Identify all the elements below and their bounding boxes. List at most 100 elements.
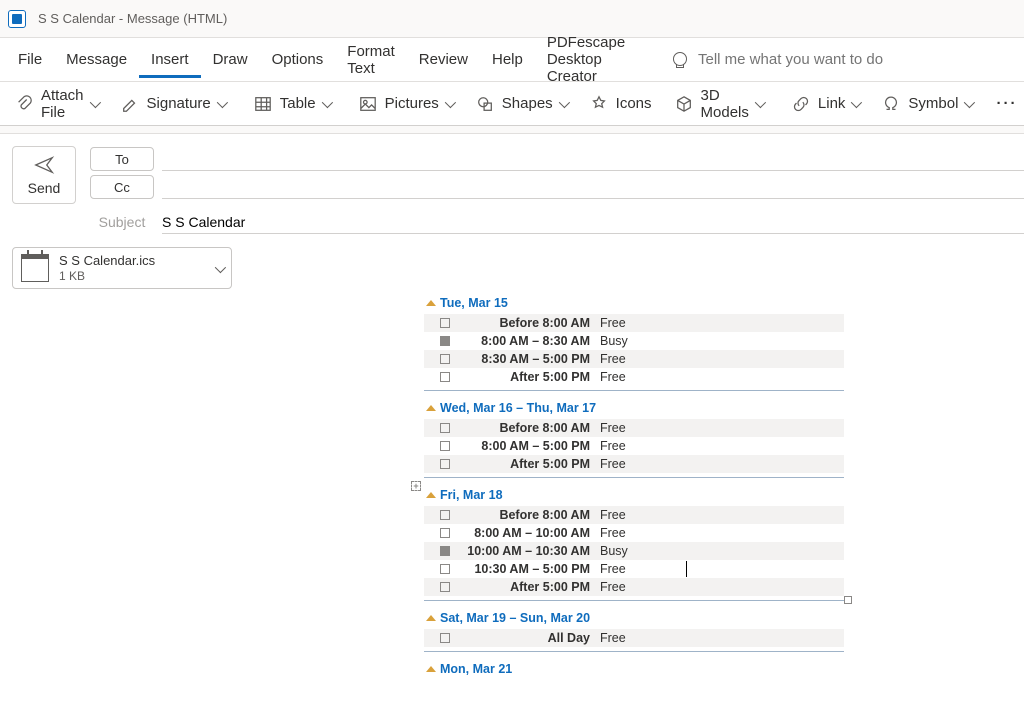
collapse-triangle-icon [426,615,436,621]
calendar-status: Free [600,562,650,576]
table-button[interactable]: Table [243,88,340,120]
tab-review[interactable]: Review [407,41,480,78]
calendar-time-row[interactable]: 10:30 AM – 5:00 PMFree [424,560,844,578]
table-icon [253,94,273,114]
calendar-day-label: Wed, Mar 16 – Thu, Mar 17 [440,401,596,415]
row-insert-handle-icon[interactable]: + [411,481,421,491]
to-label: To [115,152,129,167]
chevron-down-icon [755,95,763,112]
availability-block-icon [440,372,450,382]
calendar-time-range: 8:00 AM – 10:00 AM [460,526,600,540]
symbol-button[interactable]: Symbol [871,88,982,120]
tab-insert[interactable]: Insert [139,41,201,78]
calendar-status: Free [600,352,650,366]
tab-options[interactable]: Options [260,41,336,78]
pictures-label: Pictures [385,95,439,112]
compose-header: Send To Cc Subject [0,134,1024,244]
cc-field[interactable] [162,175,1024,199]
calendar-status: Free [600,370,650,384]
to-field[interactable] [162,147,1024,171]
symbol-label: Symbol [908,95,958,112]
table-label: Table [280,95,316,112]
availability-block-icon [440,336,450,346]
calendar-time-row[interactable]: 8:30 AM – 5:00 PMFree [424,350,844,368]
availability-block-icon [440,423,450,433]
ribbon-tabs: File Message Insert Draw Options Format … [0,38,1024,82]
chevron-down-icon [217,95,225,112]
subject-field[interactable] [162,210,1024,234]
availability-block-icon [440,528,450,538]
calendar-time-range: 8:00 AM – 8:30 AM [460,334,600,348]
chevron-down-icon [90,95,98,112]
attach-file-label: Attach File [41,87,84,121]
more-icon: ··· [996,95,1017,112]
cc-label: Cc [114,180,130,195]
calendar-day-header[interactable]: Sat, Mar 19 – Sun, Mar 20 [424,601,844,629]
ribbon-overflow-button[interactable]: ··· [986,89,1024,118]
tell-me-input[interactable] [698,51,1018,68]
attachment-chip[interactable]: S S Calendar.ics 1 KB [12,247,232,289]
link-button[interactable]: Link [781,88,870,120]
chevron-down-icon [322,95,330,112]
calendar-time-row[interactable]: 8:00 AM – 10:00 AMFree [424,524,844,542]
tab-message[interactable]: Message [54,41,139,78]
icons-button[interactable]: Icons [579,88,662,120]
calendar-time-row[interactable]: 10:00 AM – 10:30 AMBusy [424,542,844,560]
calendar-status: Busy [600,334,650,348]
calendar-day-label: Mon, Mar 21 [440,662,512,676]
text-caret [686,561,687,577]
calendar-status: Free [600,421,650,435]
calendar-time-row[interactable]: After 5:00 PMFree [424,368,844,386]
shapes-button[interactable]: Shapes [465,88,577,120]
tab-pdfescape[interactable]: PDFescape Desktop Creator [535,24,652,95]
tab-help[interactable]: Help [480,41,535,78]
calendar-status: Free [600,508,650,522]
calendar-day-header[interactable]: Fri, Mar 18+ [424,478,844,506]
calendar-time-range: After 5:00 PM [460,457,600,471]
3d-models-button[interactable]: 3D Models [664,81,773,127]
message-body[interactable]: Tue, Mar 15Before 8:00 AMFree8:00 AM – 8… [0,296,1024,711]
availability-block-icon [440,318,450,328]
tell-me-search[interactable] [670,51,1018,69]
cc-button[interactable]: Cc [90,175,154,199]
attach-file-button[interactable]: Attach File [4,81,108,127]
signature-button[interactable]: Signature [110,88,235,120]
attachment-name: S S Calendar.ics [59,253,215,269]
calendar-day-header[interactable]: Tue, Mar 15 [424,296,844,314]
calendar-time-row[interactable]: 8:00 AM – 8:30 AMBusy [424,332,844,350]
link-icon [791,94,811,114]
calendar-status: Free [600,580,650,594]
send-button[interactable]: Send [12,146,76,204]
omega-icon [881,94,901,114]
calendar-status: Free [600,439,650,453]
signature-label: Signature [147,95,211,112]
calendar-time-row[interactable]: Before 8:00 AMFree [424,314,844,332]
tab-draw[interactable]: Draw [201,41,260,78]
calendar-time-range: After 5:00 PM [460,580,600,594]
icons-icon [589,94,609,114]
calendar-day-header[interactable]: Wed, Mar 16 – Thu, Mar 17 [424,391,844,419]
to-button[interactable]: To [90,147,154,171]
pictures-button[interactable]: Pictures [348,88,463,120]
calendar-time-row[interactable]: After 5:00 PMFree [424,578,844,596]
tab-format-text[interactable]: Format Text [335,33,407,87]
calendar-status: Free [600,526,650,540]
calendar-time-row[interactable]: All DayFree [424,629,844,647]
tab-file[interactable]: File [6,41,54,78]
availability-block-icon [440,510,450,520]
calendar-time-row[interactable]: Before 8:00 AMFree [424,419,844,437]
calendar-time-range: Before 8:00 AM [460,508,600,522]
calendar-time-row[interactable]: Before 8:00 AMFree [424,506,844,524]
paperclip-icon [14,94,34,114]
calendar-day-header[interactable]: Mon, Mar 21 [424,652,844,680]
collapse-triangle-icon [426,300,436,306]
collapse-triangle-icon [426,492,436,498]
availability-block-icon [440,354,450,364]
send-icon [31,154,57,176]
calendar-time-row[interactable]: 8:00 AM – 5:00 PMFree [424,437,844,455]
chevron-down-icon[interactable] [215,260,223,276]
chevron-down-icon [964,95,972,112]
table-resize-handle[interactable] [844,596,852,604]
window-title: S S Calendar - Message (HTML) [38,11,227,26]
calendar-time-row[interactable]: After 5:00 PMFree [424,455,844,473]
